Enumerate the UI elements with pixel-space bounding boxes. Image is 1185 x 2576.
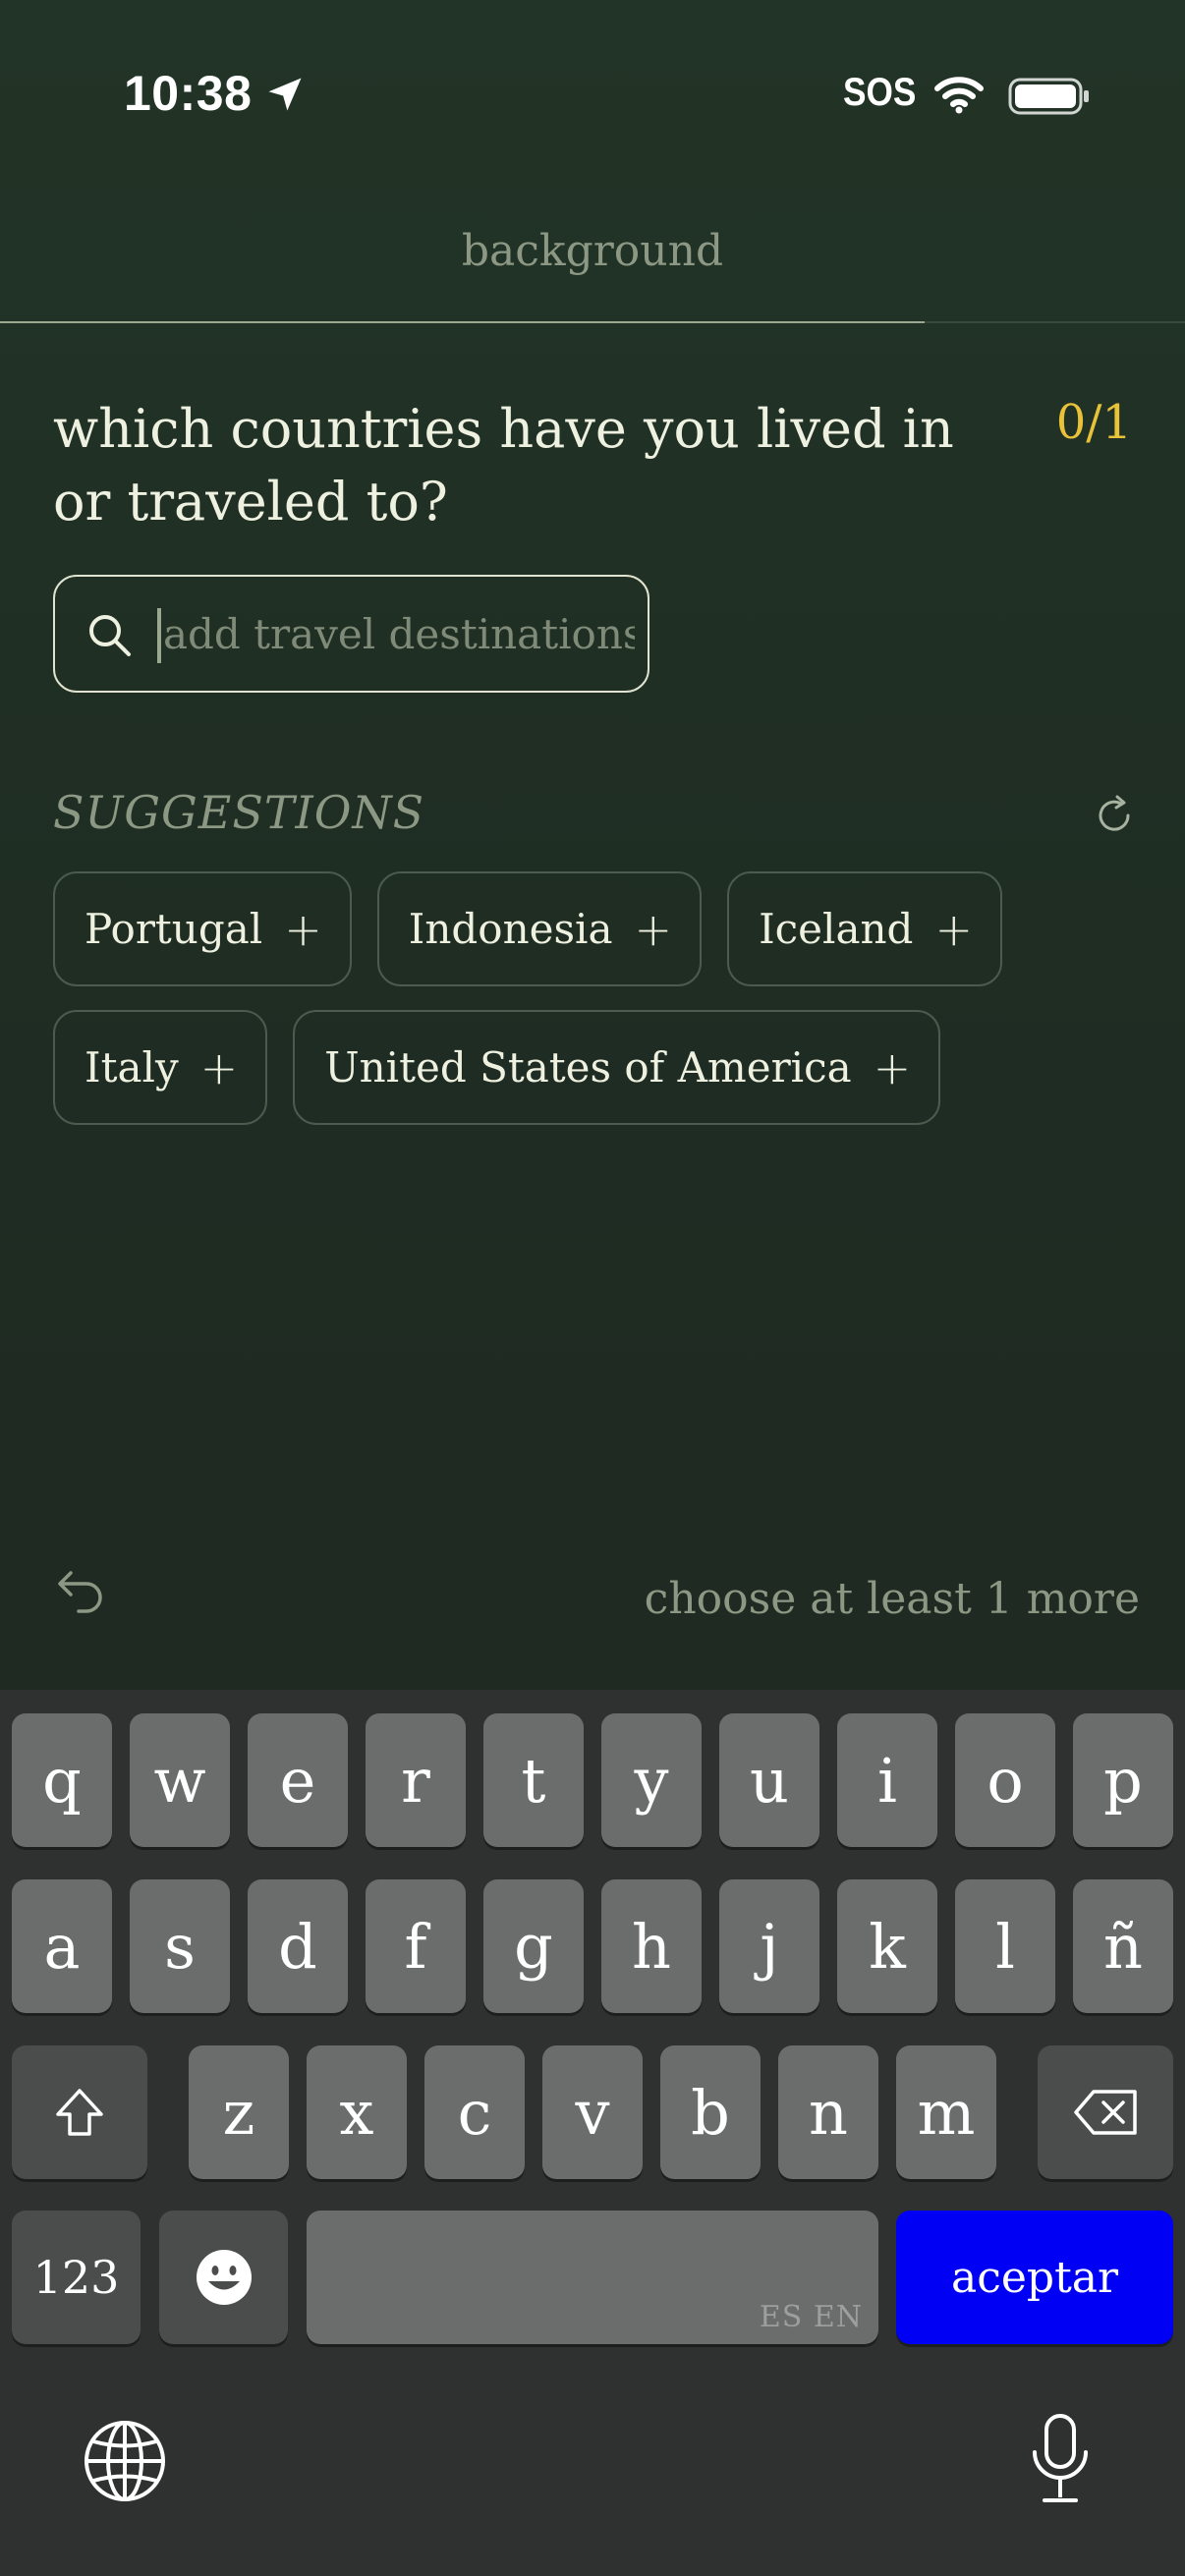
key-p[interactable]: p — [1073, 1713, 1173, 1847]
key-e[interactable]: e — [248, 1713, 348, 1847]
location-arrow-icon — [268, 78, 302, 111]
question-text: which countries have you lived in or tra… — [53, 398, 954, 532]
key-r[interactable]: r — [366, 1713, 466, 1847]
microphone-icon[interactable] — [1028, 2413, 1093, 2507]
sos-indicator: SOS — [843, 71, 917, 114]
app-screen: 10:38 SOS background which countries hav… — [0, 0, 1185, 1690]
suggestion-chip-united-states[interactable]: United States of America + — [293, 1010, 941, 1125]
wifi-icon — [934, 77, 984, 114]
text-cursor — [157, 608, 161, 663]
key-c[interactable]: c — [424, 2045, 525, 2179]
key-v[interactable]: v — [542, 2045, 643, 2179]
key-t[interactable]: t — [483, 1713, 584, 1847]
key-d[interactable]: d — [248, 1879, 348, 2013]
suggestion-chip-italy[interactable]: Italy + — [53, 1010, 268, 1125]
key-y[interactable]: y — [601, 1713, 702, 1847]
chip-label: Iceland — [759, 905, 914, 953]
emoji-icon — [196, 2250, 252, 2305]
key-q[interactable]: q — [12, 1713, 112, 1847]
backspace-key[interactable] — [1038, 2045, 1173, 2179]
accept-key[interactable]: aceptar — [896, 2211, 1173, 2344]
back-arrow-icon[interactable] — [55, 1567, 108, 1616]
selection-counter: 0/1 — [1055, 395, 1132, 450]
key-ñ[interactable]: ñ — [1073, 1879, 1173, 2013]
search-icon — [89, 615, 131, 656]
chip-label: Indonesia — [408, 905, 613, 953]
suggestion-chip-portugal[interactable]: Portugal + — [53, 871, 352, 986]
key-i[interactable]: i — [837, 1713, 937, 1847]
plus-icon: + — [284, 902, 322, 956]
refresh-icon[interactable] — [1091, 792, 1138, 839]
search-field[interactable] — [53, 575, 649, 693]
key-m[interactable]: m — [896, 2045, 996, 2179]
search-input[interactable] — [163, 577, 635, 691]
key-o[interactable]: o — [955, 1713, 1055, 1847]
globe-icon[interactable] — [83, 2419, 167, 2503]
progress-bar-fill — [0, 321, 925, 323]
key-f[interactable]: f — [366, 1879, 466, 2013]
plus-icon: + — [873, 1040, 912, 1094]
suggestions-label: SUGGESTIONS — [53, 786, 425, 839]
key-h[interactable]: h — [601, 1879, 702, 2013]
key-s[interactable]: s — [130, 1879, 230, 2013]
status-bar: 10:38 SOS — [0, 0, 1185, 187]
status-time: 10:38 — [124, 66, 253, 121]
key-n[interactable]: n — [778, 2045, 878, 2179]
chip-label: Italy — [85, 1043, 179, 1092]
key-b[interactable]: b — [660, 2045, 761, 2179]
key-u[interactable]: u — [719, 1713, 819, 1847]
numbers-key[interactable]: 123 — [12, 2211, 141, 2344]
chip-label: Portugal — [85, 905, 263, 953]
key-k[interactable]: k — [837, 1879, 937, 2013]
plus-icon: + — [199, 1040, 239, 1094]
key-a[interactable]: a — [12, 1879, 112, 2013]
space-languages: ES EN — [759, 2300, 863, 2334]
suggestion-chips: Portugal + Indonesia + Iceland + Italy +… — [53, 871, 1134, 1148]
key-z[interactable]: z — [189, 2045, 289, 2179]
key-w[interactable]: w — [130, 1713, 230, 1847]
plus-icon: + — [934, 902, 973, 956]
key-l[interactable]: l — [955, 1879, 1055, 2013]
progress-bar — [0, 321, 1185, 323]
shift-arrow-icon — [56, 2089, 103, 2136]
shift-key[interactable] — [12, 2045, 147, 2179]
footer-hint: choose at least 1 more — [644, 1574, 1140, 1624]
battery-icon — [1008, 78, 1089, 115]
key-j[interactable]: j — [719, 1879, 819, 2013]
key-g[interactable]: g — [483, 1879, 584, 2013]
suggestion-chip-indonesia[interactable]: Indonesia + — [376, 871, 703, 986]
key-x[interactable]: x — [307, 2045, 407, 2179]
emoji-key[interactable] — [159, 2211, 288, 2344]
backspace-icon — [1074, 2090, 1137, 2135]
chip-label: United States of America — [324, 1043, 852, 1092]
space-key[interactable]: ES EN — [307, 2211, 878, 2344]
suggestion-chip-iceland[interactable]: Iceland + — [727, 871, 1002, 986]
section-title: background — [461, 226, 724, 276]
plus-icon: + — [634, 902, 673, 956]
